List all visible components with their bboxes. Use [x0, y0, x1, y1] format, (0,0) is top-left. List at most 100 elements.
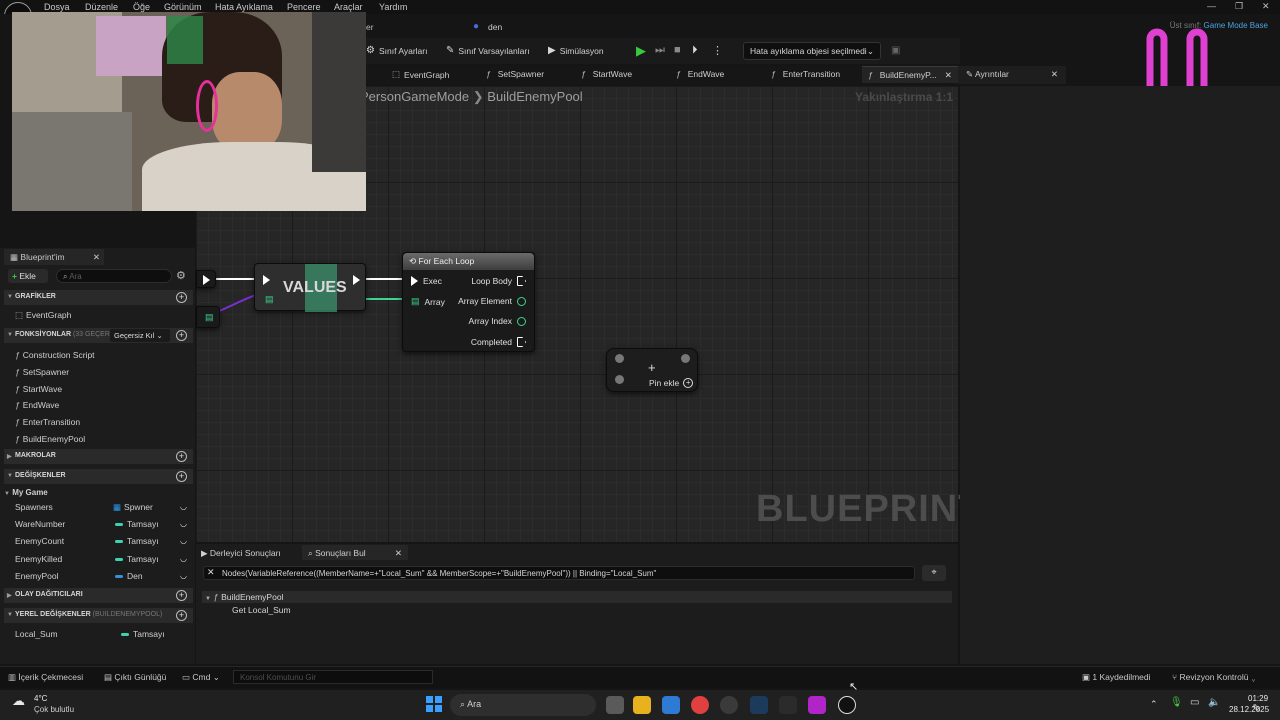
find-binoculars-button[interactable]: ⌖ [922, 565, 946, 581]
debug-filter-icon[interactable]: ▣ [891, 45, 900, 56]
chrome-icon[interactable] [691, 696, 709, 714]
close-tab-icon[interactable]: ✕ [945, 70, 952, 81]
visibility-eye-icon[interactable]: ◡ [180, 554, 187, 563]
app-purple-icon[interactable] [808, 696, 826, 714]
breadcrumb-class[interactable]: PersonGameMode [360, 89, 469, 104]
add-dispatcher-icon[interactable]: + [176, 590, 187, 601]
taskbar-search[interactable]: ⌕ Ara [450, 694, 596, 716]
values-array-in-icon[interactable]: ▤ [265, 294, 274, 305]
store-icon[interactable] [662, 696, 680, 714]
close-panel-icon[interactable]: ✕ [93, 252, 100, 263]
revision-control-button[interactable]: ⑂ Revizyon Kontrolü ⌄ [1172, 672, 1256, 682]
file-explorer-icon[interactable] [633, 696, 651, 714]
tray-chevron-up-icon[interactable]: ⌃ [1150, 699, 1158, 710]
variable-row-enemypool[interactable]: EnemyPool Den ◡ [15, 571, 193, 581]
add-function-icon[interactable]: + [176, 330, 187, 341]
tab-find-results[interactable]: ⌕ Sonuçları Bul ✕ [302, 545, 408, 560]
variable-category[interactable]: ▼ My Game [4, 488, 48, 497]
cmd-dropdown[interactable]: ▭ Cmd ⌄ [182, 672, 220, 683]
epic-games-icon[interactable] [779, 696, 797, 714]
visibility-eye-icon[interactable]: ◡ [180, 502, 187, 511]
clock-date[interactable]: 28.12.2025 [1229, 705, 1269, 714]
add-variable-icon[interactable]: + [176, 471, 187, 482]
values-exec-in-icon[interactable] [263, 275, 270, 285]
close-details-icon[interactable]: ✕ [1051, 69, 1058, 80]
restore-icon[interactable]: ❐ [1235, 1, 1243, 12]
tab-startwave[interactable]: ƒ StartWave [581, 69, 632, 79]
clear-query-icon[interactable]: ✕ [207, 567, 215, 578]
local-variable-row-local-sum[interactable]: Local_Sum Tamsayı [15, 629, 193, 639]
function-item-startwave[interactable]: ƒ StartWave [15, 384, 62, 394]
menu-edit[interactable]: Düzenle [85, 2, 118, 12]
steam-icon[interactable] [750, 696, 768, 714]
section-macros[interactable]: ▶ MAKROLAR + [4, 449, 193, 464]
add-node[interactable]: + Pin ekle + [606, 348, 698, 392]
values-exec-out-icon[interactable] [353, 275, 360, 285]
exec-out-pin-icon[interactable] [203, 275, 210, 285]
close-window-icon[interactable]: ✕ [1262, 1, 1270, 12]
minimize-icon[interactable]: — [1207, 1, 1216, 11]
tab-compiler-results[interactable]: ▶ Derleyici Sonuçları [201, 548, 281, 559]
output-log-button[interactable]: ▤ Çıktı Günlüğü [104, 672, 166, 683]
function-item-construction-script[interactable]: ƒ Construction Script [15, 350, 95, 360]
class-defaults-button[interactable]: ✎ Sınıf Varsayılanları [446, 45, 530, 56]
console-input[interactable]: Konsol Komutunu Gir [233, 670, 433, 684]
foreach-completed-pin[interactable]: Completed [471, 337, 526, 347]
debug-object-select[interactable]: Hata ayıklama objesi seçilmedi ⌄ [743, 42, 881, 60]
foreach-array-element-pin[interactable]: Array Element [458, 296, 526, 306]
function-item-endwave[interactable]: ƒ EndWave [15, 400, 59, 410]
section-variables[interactable]: ▼ DEĞİŞKENLER + [4, 469, 193, 484]
breadcrumb-function[interactable]: BuildEnemyPool [487, 89, 582, 104]
menu-file[interactable]: Dosya [44, 2, 70, 12]
foreach-array-index-pin[interactable]: Array Index [469, 316, 526, 326]
network-icon[interactable]: ▭ [1190, 697, 1199, 708]
result-tree-child[interactable]: Get Local_Sum [232, 605, 291, 615]
foreach-array-pin[interactable]: ▤ Array [411, 296, 445, 307]
menu-tools[interactable]: Araçlar [334, 2, 363, 12]
foreach-loop-node[interactable]: ⟲ For Each Loop Exec ▤ Array Loop Body Ar… [402, 252, 535, 352]
tab-details[interactable]: ✎ Ayrıntılar ✕ [958, 66, 1066, 84]
visibility-eye-icon[interactable]: ◡ [180, 536, 187, 545]
github-icon[interactable] [720, 696, 738, 714]
override-dropdown[interactable]: Geçersiz Kıl ⌄ [110, 329, 170, 342]
function-item-buildenemypool[interactable]: ƒ BuildEnemyPool [15, 434, 85, 444]
input-pin-a-icon[interactable] [615, 354, 624, 363]
menu-window[interactable]: Pencere [287, 2, 321, 12]
tab-endwave[interactable]: ƒ EndWave [676, 69, 724, 79]
microphone-icon[interactable]: 🎙 [1170, 697, 1183, 708]
unreal-engine-icon[interactable] [838, 696, 856, 714]
find-query-input[interactable]: Nodes(VariableReference((MemberName=+"Lo… [203, 566, 915, 580]
weather-description[interactable]: Çok bulutlu [34, 705, 74, 714]
stop-icon[interactable]: ■ [674, 44, 681, 56]
class-settings-button[interactable]: ⚙ Sınıf Ayarları [366, 45, 427, 56]
function-item-entertransition[interactable]: ƒ EnterTransition [15, 417, 80, 427]
menu-view[interactable]: Görünüm [164, 2, 202, 12]
foreach-loop-body-pin[interactable]: Loop Body [471, 276, 526, 286]
tab-buildenemypool[interactable]: ƒ BuildEnemyP... ✕ [862, 66, 958, 83]
tab-entertransition[interactable]: ƒ EnterTransition [771, 69, 840, 79]
step-icon[interactable]: ⏭ [655, 44, 665, 57]
menu-help[interactable]: Yardım [379, 2, 407, 12]
result-tree-root[interactable]: ▼ ƒ BuildEnemyPool [205, 592, 283, 602]
close-find-tab-icon[interactable]: ✕ [395, 548, 402, 559]
tab-my-blueprint[interactable]: ▦ Blueprint'im ✕ [4, 249, 104, 265]
menu-debug[interactable]: Hata Ayıklama [215, 2, 273, 12]
pen-icon[interactable]: ✎ [1252, 702, 1261, 715]
input-pin-b-icon[interactable] [615, 375, 624, 384]
add-local-variable-icon[interactable]: + [176, 610, 187, 621]
section-local-variables[interactable]: ▼ YEREL DEĞİŞKENLER (BUILDENEMYPOOL) + [4, 608, 193, 623]
windows-start-icon[interactable] [426, 696, 442, 712]
task-view-icon[interactable] [606, 696, 624, 714]
play-icon[interactable]: ▶ [636, 43, 646, 59]
add-pin-button[interactable]: Pin ekle + [649, 378, 694, 388]
settings-gear-icon[interactable]: ⚙ [176, 269, 186, 282]
cut-off-node-bottom[interactable]: ▤ [196, 306, 220, 328]
variable-row-enemykilled[interactable]: EnemyKilled Tamsayı ◡ [15, 554, 193, 564]
foreach-exec-pin[interactable]: Exec [411, 276, 442, 286]
array-pin-icon[interactable]: ▤ [205, 312, 219, 323]
variable-row-warenumber[interactable]: WareNumber Tamsayı ◡ [15, 519, 193, 529]
visibility-eye-icon[interactable]: ◡ [180, 519, 187, 528]
visibility-eye-icon[interactable]: ◡ [180, 571, 187, 580]
function-item-setspawner[interactable]: ƒ SetSpawner [15, 367, 69, 377]
content-drawer-button[interactable]: ▥ İçerik Çekmecesi [8, 672, 83, 683]
